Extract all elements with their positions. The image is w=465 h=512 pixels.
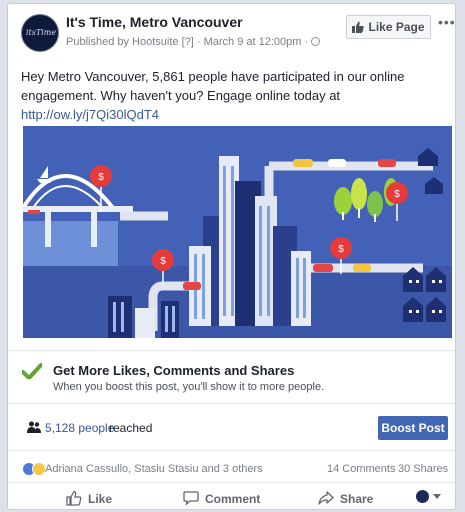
avatar-logo-text: itsTime [25, 28, 57, 37]
boost-promo[interactable]: Get More Likes, Comments and Shares When… [8, 350, 455, 403]
audience-selector[interactable] [416, 490, 441, 504]
dollar-sign-2: $ [160, 256, 166, 267]
dollar-sign-4: $ [394, 189, 400, 200]
comment-button[interactable]: Comment [183, 490, 260, 506]
post-header: itsTime It's Time, Metro Vancouver Publi… [8, 4, 455, 60]
page-avatar[interactable]: itsTime [21, 14, 59, 52]
like-button[interactable]: Like [66, 490, 112, 506]
reach-count-link[interactable]: 5,128 people [45, 421, 114, 435]
page-avatar-small-icon [416, 490, 429, 503]
reaction-names-link[interactable]: Adriana Cassullo, Stasiu Stasiu and 3 ot… [45, 463, 263, 475]
building-bottom-1 [108, 296, 132, 338]
post-text-line-1: Hey Metro Vancouver, 5,861 people have p… [21, 69, 405, 84]
reach-row: 5,128 people reached Boost Post [8, 403, 455, 450]
post-message: Hey Metro Vancouver, 5,861 people have p… [21, 67, 451, 124]
share-label: Share [340, 492, 374, 506]
like-label: Like [88, 492, 113, 506]
reactions-row: Adriana Cassullo, Stasiu Stasiu and 3 ot… [8, 450, 455, 483]
promo-subtitle: When you boost this post, you'll show it… [53, 381, 325, 393]
comment-bubble-icon [183, 491, 199, 506]
comment-label: Comment [205, 492, 261, 506]
post-link[interactable]: http://ow.ly/j7Qi30lQdT4 [21, 105, 451, 124]
more-options-icon[interactable]: ••• [438, 14, 455, 30]
share-arrow-icon [318, 491, 334, 505]
water [23, 221, 118, 266]
haha-reaction-icon [32, 462, 46, 476]
like-page-label: Like Page [368, 20, 425, 34]
published-by-text: Published by Hootsuite [?] · March 9 at … [66, 36, 309, 48]
shares-count-link[interactable]: 30 Shares [398, 463, 448, 475]
page-name-link[interactable]: It's Time, Metro Vancouver [66, 14, 243, 30]
promo-title: Get More Likes, Comments and Shares [53, 363, 295, 378]
post-card: itsTime It's Time, Metro Vancouver Publi… [7, 3, 456, 510]
thumbs-up-icon [352, 21, 365, 33]
dollar-sign-1: $ [98, 172, 104, 183]
tower-7 [291, 251, 311, 326]
post-meta: Published by Hootsuite [?] · March 9 at … [66, 36, 321, 48]
reach-label: reached [109, 421, 153, 435]
people-icon [27, 421, 41, 433]
boost-post-button[interactable]: Boost Post [378, 416, 448, 440]
post-text-line-2: engagement. Why haven't you? Engage onli… [21, 88, 341, 103]
chevron-down-icon [433, 494, 441, 499]
globe-icon [311, 37, 321, 46]
city-illustration[interactable]: $ $ $ $ [23, 126, 452, 338]
dollar-sign-3: $ [338, 244, 344, 255]
comments-count-link[interactable]: 14 Comments [327, 463, 395, 475]
share-button[interactable]: Share [318, 490, 373, 506]
thumbs-up-outline-icon [66, 490, 82, 506]
building-bottom-3 [161, 301, 179, 338]
actions-row: Like Comment Share [8, 482, 455, 509]
like-page-button[interactable]: Like Page [346, 15, 431, 39]
building-bottom-2 [135, 308, 155, 338]
checkmark-icon [22, 363, 42, 379]
